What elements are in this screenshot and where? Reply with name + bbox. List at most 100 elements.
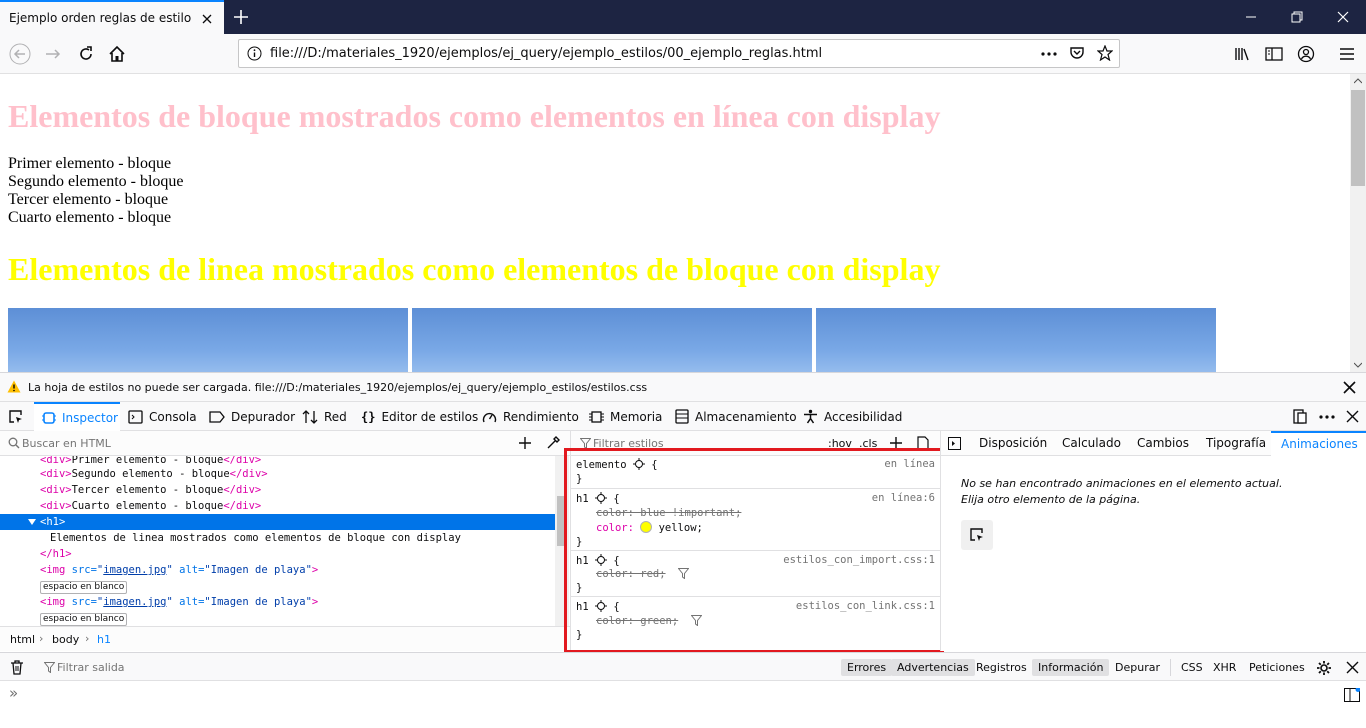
back-arrow-icon[interactable] xyxy=(9,43,31,65)
dock-toggle-icon[interactable] xyxy=(1293,402,1307,431)
attr-value[interactable]: "imagen.jpg" xyxy=(97,596,173,608)
animations-panel: No se han encontrado animaciones en el e… xyxy=(940,456,1366,651)
tag-open: <div> xyxy=(40,456,72,466)
close-devtools-icon[interactable] xyxy=(1346,402,1359,431)
tab-computed[interactable]: Calculado xyxy=(1062,431,1121,456)
breadcrumb-body[interactable]: body xyxy=(52,633,79,646)
tab-fonts[interactable]: Tipografía xyxy=(1206,431,1266,456)
tab-accessibility[interactable]: Accesibilidad xyxy=(803,402,902,431)
debug-filter-button[interactable]: Depurar xyxy=(1109,659,1166,676)
breadcrumb-separator-icon: › xyxy=(39,632,44,645)
side-panel-tabs: Disposición Calculado Cambios Tipografía… xyxy=(940,431,1366,456)
close-console-icon[interactable] xyxy=(1346,661,1359,674)
warnings-filter-button[interactable]: Advertencias xyxy=(891,659,975,676)
tab-console[interactable]: Consola xyxy=(128,402,197,431)
markup-line[interactable]: <div>Segundo elemento - bloque</div> xyxy=(0,466,555,482)
tab-strip: Ejemplo orden reglas de estilo xyxy=(0,0,1366,34)
tab-storage[interactable]: Almacenamiento xyxy=(675,402,797,431)
node-text: Cuarto elemento - bloque xyxy=(71,500,224,512)
attr-value[interactable]: "imagen.jpg" xyxy=(97,564,173,576)
tab-title: Ejemplo orden reglas de estilo xyxy=(9,11,192,25)
collapse-triangle-icon[interactable] xyxy=(28,519,36,525)
eyedropper-icon[interactable] xyxy=(546,436,560,450)
tab-performance[interactable]: Rendimiento xyxy=(482,402,579,431)
minimize-window-button[interactable] xyxy=(1228,0,1274,34)
src-link[interactable]: imagen.jpg xyxy=(103,564,166,576)
devtools-options-ellipsis-icon[interactable] xyxy=(1319,402,1335,431)
tab-animations[interactable]: Animaciones xyxy=(1271,431,1366,456)
stylesheet-warning-bar: La hoja de estilos no puede ser cargada.… xyxy=(0,372,1366,402)
hamburger-menu-icon[interactable] xyxy=(1336,43,1358,65)
markup-line-selected-h1[interactable]: <h1> xyxy=(0,514,555,530)
forward-arrow-icon[interactable] xyxy=(42,43,64,65)
tag-close: </div> xyxy=(229,468,268,480)
url-text[interactable]: file:///D:/materiales_1920/ejemplos/ej_q… xyxy=(270,46,822,61)
tab-debugger-label: Depurador xyxy=(231,409,296,424)
breadcrumb-html[interactable]: html xyxy=(10,633,35,646)
element-picker-icon[interactable] xyxy=(8,402,24,431)
markup-line[interactable]: </h1> xyxy=(0,546,555,562)
console-icon xyxy=(128,409,143,424)
browser-tab[interactable]: Ejemplo orden reglas de estilo xyxy=(0,0,224,34)
markup-line[interactable]: espacio en blanco xyxy=(0,578,555,594)
search-html-input[interactable] xyxy=(22,434,502,452)
breadcrumb-h1[interactable]: h1 xyxy=(97,633,111,646)
pick-element-button[interactable] xyxy=(961,520,993,550)
sidebar-toggle-icon[interactable] xyxy=(1263,43,1285,65)
bookmark-star-icon[interactable] xyxy=(1097,45,1113,61)
tab-storage-label: Almacenamiento xyxy=(695,409,797,424)
attr-name: alt= xyxy=(179,596,205,608)
markup-line[interactable]: <div>Tercer elemento - bloque</div> xyxy=(0,482,555,498)
console-input-area[interactable]: » xyxy=(0,681,1366,709)
console-filter-input[interactable] xyxy=(57,658,357,676)
markup-line[interactable]: espacio en blanco xyxy=(0,610,555,626)
markup-line[interactable]: <img src="imagen.jpg" alt="Imagen de pla… xyxy=(0,562,555,578)
tab-accessibility-label: Accesibilidad xyxy=(824,409,903,424)
restore-window-button[interactable] xyxy=(1274,0,1320,34)
tab-debugger[interactable]: Depurador xyxy=(209,402,295,431)
new-tab-plus-icon[interactable] xyxy=(232,8,250,26)
whitespace-badge: espacio en blanco xyxy=(40,613,128,626)
account-icon[interactable] xyxy=(1295,43,1317,65)
gauge-icon xyxy=(482,410,497,424)
editor-mode-toggle-icon[interactable] xyxy=(1344,688,1360,702)
info-filter-button[interactable]: Información xyxy=(1032,659,1110,676)
page-viewport: Elementos de bloque mostrados como eleme… xyxy=(0,74,1350,372)
console-toolbar: Errores Advertencias Registros Informaci… xyxy=(0,652,1366,681)
tab-layout[interactable]: Disposición xyxy=(979,431,1047,456)
close-window-button[interactable] xyxy=(1320,0,1366,34)
toggle-sidebar-icon[interactable] xyxy=(948,437,961,450)
tab-network[interactable]: Red xyxy=(302,402,347,431)
info-icon[interactable] xyxy=(247,46,262,61)
src-link[interactable]: imagen.jpg xyxy=(103,596,166,608)
page-scrollbar-thumb[interactable] xyxy=(1351,90,1365,186)
tab-changes[interactable]: Cambios xyxy=(1137,431,1189,456)
tab-inspector[interactable]: Inspector xyxy=(34,402,120,431)
close-tab-icon[interactable] xyxy=(199,11,215,27)
markup-line[interactable]: <img src="imagen.jpg" alt="Imagen de pla… xyxy=(0,594,555,610)
tab-style-editor[interactable]: {} Editor de estilos xyxy=(361,402,478,431)
trash-icon[interactable] xyxy=(10,660,24,675)
css-filter-button[interactable]: CSS xyxy=(1175,659,1209,676)
tab-performance-label: Rendimiento xyxy=(503,409,579,424)
page-actions-ellipsis-icon[interactable] xyxy=(1041,47,1057,61)
requests-filter-button[interactable]: Peticiones xyxy=(1243,659,1311,676)
address-bar[interactable]: file:///D:/materiales_1920/ejemplos/ej_q… xyxy=(238,39,1120,68)
gear-icon[interactable] xyxy=(1316,660,1332,676)
tab-memory[interactable]: Memoria xyxy=(589,402,662,431)
home-icon[interactable] xyxy=(106,43,128,65)
reload-icon[interactable] xyxy=(75,43,97,65)
markup-tree[interactable]: <div>Primer elemento - bloque</div> <div… xyxy=(0,456,555,626)
xhr-filter-button[interactable]: XHR xyxy=(1207,659,1242,676)
add-node-plus-icon[interactable] xyxy=(518,436,532,450)
library-icon[interactable] xyxy=(1232,43,1254,65)
navigation-toolbar: file:///D:/materiales_1920/ejemplos/ej_q… xyxy=(0,34,1366,74)
errors-filter-button[interactable]: Errores xyxy=(841,659,893,676)
block-item-3: Tercer elemento - bloque xyxy=(8,191,169,208)
markup-line[interactable]: <div>Cuarto elemento - bloque</div> xyxy=(0,498,555,514)
tag-open: <img xyxy=(40,564,66,576)
pocket-icon[interactable] xyxy=(1069,45,1085,61)
markup-line[interactable]: Elementos de linea mostrados como elemen… xyxy=(0,530,555,546)
close-warning-icon[interactable] xyxy=(1343,381,1356,394)
logs-filter-button[interactable]: Registros xyxy=(970,659,1033,676)
